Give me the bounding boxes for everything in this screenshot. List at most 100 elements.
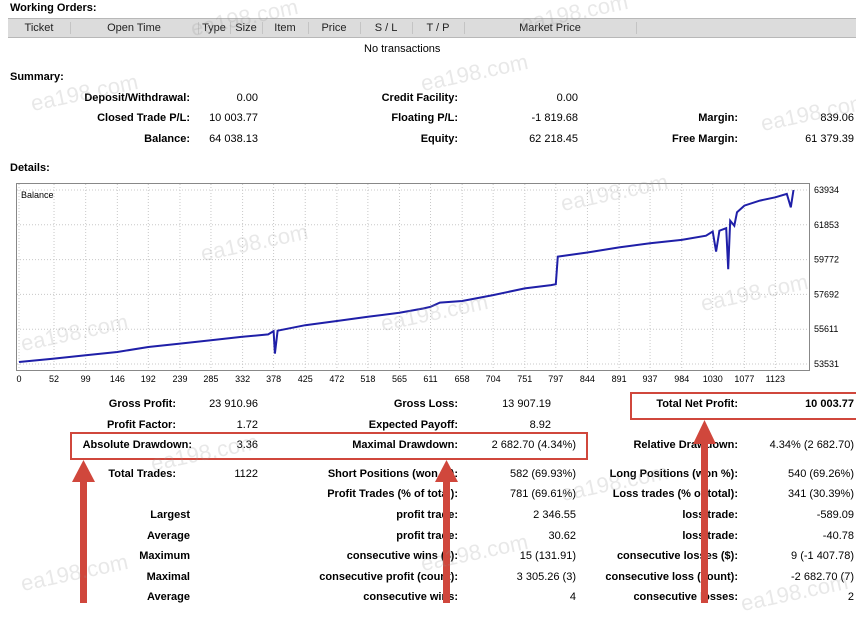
x-tick-label: 704 — [486, 374, 501, 384]
x-tick-label: 565 — [392, 374, 407, 384]
x-tick-label: 52 — [49, 374, 59, 384]
y-tick-label: 53531 — [814, 359, 839, 369]
x-tick-label: 518 — [360, 374, 375, 384]
col-ticket[interactable]: Ticket — [8, 22, 71, 34]
balance-label: Balance: — [144, 133, 190, 145]
no-transactions-text: No transactions — [364, 43, 441, 55]
max-cons-wins-label: consecutive wins ($): — [346, 550, 458, 562]
loss-trades-label: Loss trades (% of total): — [612, 488, 738, 500]
largest-profit-value: 2 346.55 — [533, 509, 576, 521]
avg-cons-wins-value: 4 — [569, 591, 576, 603]
x-tick-label: 192 — [141, 374, 156, 384]
average-loss-label: loss trade: — [682, 530, 738, 542]
long-positions-label: Long Positions (won %): — [609, 468, 738, 480]
x-tick-label: 472 — [329, 374, 344, 384]
col-price[interactable]: Price — [308, 22, 361, 34]
watermark-text: ea198.com — [418, 48, 531, 97]
x-tick-label: 658 — [455, 374, 470, 384]
gross-loss-value: 13 907.19 — [502, 398, 551, 410]
profit-factor-label: Profit Factor: — [106, 419, 176, 431]
floating-label: Floating P/L: — [391, 112, 458, 124]
y-tick-label: 55611 — [814, 324, 838, 334]
total-trades-label: Total Trades: — [108, 468, 176, 480]
col-size[interactable]: Size — [230, 22, 263, 34]
x-tick-label: 425 — [298, 374, 313, 384]
largest-profit-label: profit trade: — [396, 509, 458, 521]
x-tick-label: 0 — [16, 374, 21, 384]
relative-drawdown-value: 4.34% (2 682.70) — [769, 439, 854, 451]
balance-chart: Balance — [16, 183, 810, 371]
x-tick-label: 285 — [203, 374, 218, 384]
avg-cons-losses-label: consecutive losses: — [633, 591, 738, 603]
summary-title: Summary: — [10, 71, 64, 83]
arrow-up-icon-left — [72, 460, 95, 603]
avg-cons-losses-value: 2 — [847, 591, 854, 603]
margin-value: 839.06 — [820, 112, 854, 124]
gross-profit-label: Gross Profit: — [108, 398, 176, 410]
free-margin-value: 61 379.39 — [805, 133, 854, 145]
credit-label: Credit Facility: — [381, 92, 458, 104]
y-tick-label: 63934 — [814, 185, 839, 195]
maximal-label: Maximal — [146, 571, 190, 583]
x-tick-label: 1123 — [766, 374, 785, 384]
x-tick-label: 611 — [423, 374, 437, 384]
loss-trades-value: 341 (30.39%) — [787, 488, 854, 500]
expected-payoff-label: Expected Payoff: — [368, 419, 458, 431]
floating-value: -1 819.68 — [531, 112, 578, 124]
maximal-cons-loss-value: -2 682.70 (7) — [791, 571, 854, 583]
x-tick-label: 99 — [81, 374, 91, 384]
profit-trades-value: 781 (69.61%) — [509, 488, 576, 500]
col-sl[interactable]: S / L — [360, 22, 413, 34]
credit-value: 0.00 — [556, 92, 578, 104]
maximal-cons-profit-label: consecutive profit (count): — [319, 571, 458, 583]
max-cons-losses-label: consecutive losses ($): — [616, 550, 738, 562]
col-item[interactable]: Item — [262, 22, 309, 34]
x-tick-label: 1077 — [734, 374, 754, 384]
drawdown-highlight-box — [70, 432, 588, 460]
equity-label: Equity: — [420, 133, 458, 145]
orders-table-header: Ticket Open Time Type Size Item Price S … — [8, 18, 856, 38]
gross-loss-label: Gross Loss: — [393, 398, 458, 410]
watermark-text: ea198.com — [18, 548, 131, 597]
y-tick-label: 59772 — [814, 255, 839, 265]
working-orders-title: Working Orders: — [10, 2, 97, 14]
col-open-time[interactable]: Open Time — [70, 22, 199, 34]
profit-factor-value: 1.72 — [236, 419, 258, 431]
x-tick-label: 332 — [235, 374, 250, 384]
closed-pl-value: 10 003.77 — [209, 112, 258, 124]
x-tick-label: 146 — [110, 374, 125, 384]
x-tick-label: 891 — [612, 374, 627, 384]
deposit-label: Deposit/Withdrawal: — [84, 92, 190, 104]
y-tick-label: 57692 — [814, 289, 839, 299]
maximal-cons-loss-label: consecutive loss (count): — [605, 571, 738, 583]
margin-label: Margin: — [698, 112, 738, 124]
max-cons-wins-value: 15 (131.91) — [519, 550, 576, 562]
col-market-price[interactable]: Market Price — [464, 22, 637, 34]
details-title: Details: — [10, 162, 50, 174]
x-tick-label: 797 — [548, 374, 563, 384]
y-tick-label: 61853 — [814, 220, 839, 230]
average-profit-label: profit trade: — [396, 530, 458, 542]
short-positions-label: Short Positions (won %): — [327, 468, 458, 480]
x-tick-label: 1030 — [703, 374, 723, 384]
net-profit-highlight-box — [630, 392, 856, 420]
x-tick-label: 239 — [172, 374, 187, 384]
max-cons-losses-value: 9 (-1 407.78) — [791, 550, 854, 562]
avg-cons-wins-label: consecutive wins: — [363, 591, 458, 603]
x-tick-label: 937 — [643, 374, 658, 384]
total-trades-value: 1122 — [234, 468, 258, 480]
x-tick-label: 984 — [674, 374, 689, 384]
balance-chart-plot: Balance — [17, 184, 809, 370]
average-profit-value: 30.62 — [548, 530, 576, 542]
average-loss-value: -40.78 — [822, 530, 854, 542]
col-type[interactable]: Type — [198, 22, 231, 34]
balance-value: 64 038.13 — [209, 133, 258, 145]
average-label: Average — [146, 530, 190, 542]
long-positions-value: 540 (69.26%) — [787, 468, 854, 480]
expected-payoff-value: 8.92 — [529, 419, 551, 431]
maximal-cons-profit-value: 3 305.26 (3) — [516, 571, 576, 583]
largest-loss-value: -589.09 — [816, 509, 854, 521]
col-tp[interactable]: T / P — [412, 22, 465, 34]
largest-loss-label: loss trade: — [682, 509, 738, 521]
x-tick-label: 378 — [266, 374, 281, 384]
